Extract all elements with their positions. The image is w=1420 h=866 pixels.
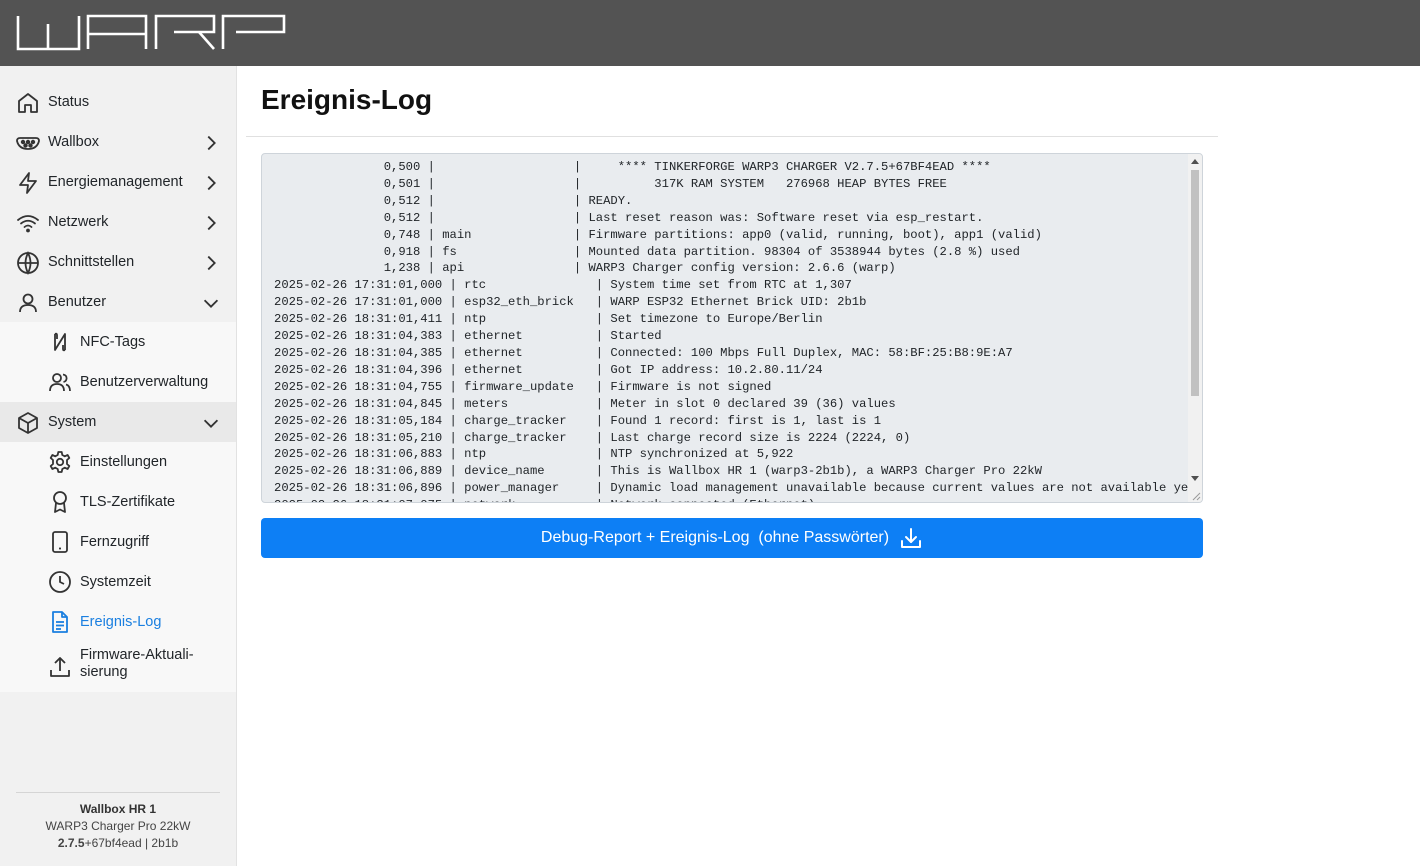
log-line: 0,748 | main | Firmware partitions: app0…	[274, 227, 1042, 242]
box-icon	[18, 412, 38, 434]
log-line: 2025-02-26 18:31:06,889 | device_name | …	[274, 464, 1042, 479]
log-line: 0,500 | | **** TINKERFORGE WARP3 CHARGER…	[274, 160, 991, 174]
title-divider	[246, 136, 1218, 137]
download-debug-report-button[interactable]: Debug-Report + Ereignis-Log (ohne Passwö…	[261, 518, 1203, 558]
version-suffix: +67bf4ead | 2b1b	[84, 836, 179, 850]
sidebar-item-nfc-tags[interactable]: NFC-Tags	[0, 322, 236, 362]
sidebar-item-tls-zertifikate[interactable]: TLS-Zertifikate	[0, 482, 236, 522]
version-number: 2.7.5	[57, 836, 85, 850]
scroll-up-arrow-icon[interactable]	[1191, 159, 1199, 164]
sidebar-item-benutzer[interactable]: Benutzer	[0, 282, 236, 322]
resize-grip-icon[interactable]	[1191, 491, 1201, 501]
log-line: 2025-02-26 18:31:05,184 | charge_tracker…	[274, 413, 882, 428]
benutzer-submenu: NFC-Tags Benutzerverwaltung	[0, 322, 236, 402]
home-icon	[18, 93, 38, 113]
log-line: 2025-02-26 18:31:04,396 | ethernet | Got…	[274, 362, 823, 377]
sidebar-item-label: Status	[48, 94, 90, 110]
sidebar: Status Wallbox Energiemanagement Netzwer…	[0, 66, 237, 866]
sidebar-item-label: TLS-Zertifikate	[80, 494, 176, 510]
clock-icon	[49, 571, 71, 593]
sidebar-item-wallbox[interactable]: Wallbox	[0, 122, 236, 162]
log-line: 0,512 | | Last reset reason was: Softwar…	[274, 210, 984, 225]
device-model: WARP3 Charger Pro 22kW	[45, 819, 191, 833]
log-line: 2025-02-26 18:31:01,411 | ntp | Set time…	[274, 312, 823, 327]
log-line: 0,512 | | READY.	[274, 193, 633, 208]
sidebar-item-netzwerk[interactable]: Netzwerk	[0, 202, 236, 242]
sidebar-item-energiemanagement[interactable]: Energiemanagement	[0, 162, 236, 202]
log-line: 1,238 | api | WARP3 Charger config versi…	[274, 261, 896, 276]
document-icon	[52, 611, 68, 633]
phone-icon	[52, 531, 68, 553]
log-line: 2025-02-26 18:31:05,210 | charge_tracker…	[274, 430, 911, 445]
sidebar-item-label: Fernzugriff	[80, 534, 150, 550]
sidebar-item-label: Wallbox	[48, 134, 100, 150]
log-line: 2025-02-26 18:31:04,383 | ethernet | Sta…	[274, 329, 662, 344]
download-button-label: Debug-Report + Ereignis-Log (ohne Passwö…	[540, 529, 890, 546]
globe-icon	[17, 251, 39, 275]
sidebar-item-label: Netzwerk	[48, 214, 109, 230]
lightning-icon	[19, 172, 37, 194]
sidebar-item-label: Einstellungen	[80, 454, 168, 470]
sidebar-item-label: NFC-Tags	[80, 334, 146, 350]
log-line: 2025-02-26 18:31:07,075 | network | Netw…	[274, 497, 1202, 502]
log-line: 2025-02-26 18:31:04,755 | firmware_updat…	[274, 379, 772, 394]
sidebar-item-label: Benutzer	[48, 294, 107, 310]
user-icon	[19, 293, 37, 313]
log-line: 2025-02-26 18:31:04,385 | ethernet | Con…	[274, 345, 1013, 360]
upload-icon	[50, 657, 70, 677]
sidebar-item-firmware-aktualisierung[interactable]: Firmware-Aktuali-sierung	[0, 642, 236, 692]
sidebar-item-status[interactable]: Status	[0, 82, 236, 122]
sidebar-item-einstellungen[interactable]: Einstellungen	[0, 442, 236, 482]
top-bar	[0, 0, 1420, 66]
log-line: 0,501 | | 317K RAM SYSTEM 276968 HEAP BY…	[274, 176, 947, 191]
log-line: 0,918 | fs | Mounted data partition. 983…	[274, 244, 1020, 259]
scroll-down-arrow-icon[interactable]	[1191, 476, 1199, 481]
sidebar-item-system[interactable]: System	[0, 402, 236, 442]
sidebar-item-label: Benutzerverwaltung	[80, 374, 209, 390]
label-line-2: sierung	[80, 664, 128, 680]
sidebar-item-label: Ereignis-Log	[80, 614, 162, 630]
sidebar-item-label: Firmware-Aktuali-sierung	[80, 647, 220, 681]
log-scrollbar[interactable]	[1188, 154, 1202, 502]
charger-plug-icon	[16, 137, 40, 150]
sidebar-item-label: Schnittstellen	[48, 254, 135, 270]
log-line: 2025-02-26 17:31:01,000 | rtc | System t…	[274, 278, 852, 293]
system-submenu: Einstellungen TLS-Zertifikate Fernzugrif…	[0, 442, 236, 692]
chevron-right-icon	[207, 135, 216, 151]
sidebar-item-label: System	[48, 414, 97, 430]
chevron-right-icon	[207, 255, 216, 271]
chevron-right-icon	[207, 215, 216, 231]
sidebar-item-benutzerverwaltung[interactable]: Benutzerverwaltung	[0, 362, 236, 402]
gear-icon	[49, 451, 71, 473]
page-title: Ereignis-Log	[261, 84, 433, 115]
warp-logo[interactable]	[16, 14, 286, 52]
device-name: Wallbox HR 1	[79, 802, 157, 816]
event-log-content: 0,500 | | **** TINKERFORGE WARP3 CHARGER…	[274, 159, 1203, 502]
log-line: 2025-02-26 18:31:04,845 | meters | Meter…	[274, 396, 896, 411]
firmware-version: 2.7.5+67bf4ead | 2b1b	[16, 835, 220, 852]
sidebar-item-systemzeit[interactable]: Systemzeit	[0, 562, 236, 602]
chevron-down-icon	[203, 299, 219, 308]
sidebar-item-label: Energiemanagement	[48, 174, 183, 190]
nfc-icon	[54, 332, 66, 352]
log-line: 2025-02-26 18:31:06,883 | ntp | NTP sync…	[274, 447, 794, 462]
log-line: 2025-02-26 18:31:06,896 | power_manager …	[274, 481, 1203, 496]
label-line-1: Firmware-Aktuali-	[80, 647, 194, 663]
sidebar-item-fernzugriff[interactable]: Fernzugriff	[0, 522, 236, 562]
wifi-icon	[17, 215, 39, 233]
download-icon	[901, 528, 922, 548]
users-icon	[49, 373, 71, 392]
scrollbar-thumb[interactable]	[1191, 170, 1199, 396]
chevron-right-icon	[207, 175, 216, 191]
certificate-icon	[53, 491, 67, 513]
sidebar-item-schnittstellen[interactable]: Schnittstellen	[0, 242, 236, 282]
device-info-footer: Wallbox HR 1 WARP3 Charger Pro 22kW 2.7.…	[16, 792, 220, 852]
sidebar-item-label: Systemzeit	[80, 574, 151, 590]
log-line: 2025-02-26 17:31:01,000 | esp32_eth_bric…	[274, 295, 867, 310]
sidebar-item-ereignis-log[interactable]: Ereignis-Log	[0, 602, 236, 642]
chevron-down-icon	[203, 419, 219, 428]
event-log-textarea[interactable]: 0,500 | | **** TINKERFORGE WARP3 CHARGER…	[261, 153, 1203, 503]
